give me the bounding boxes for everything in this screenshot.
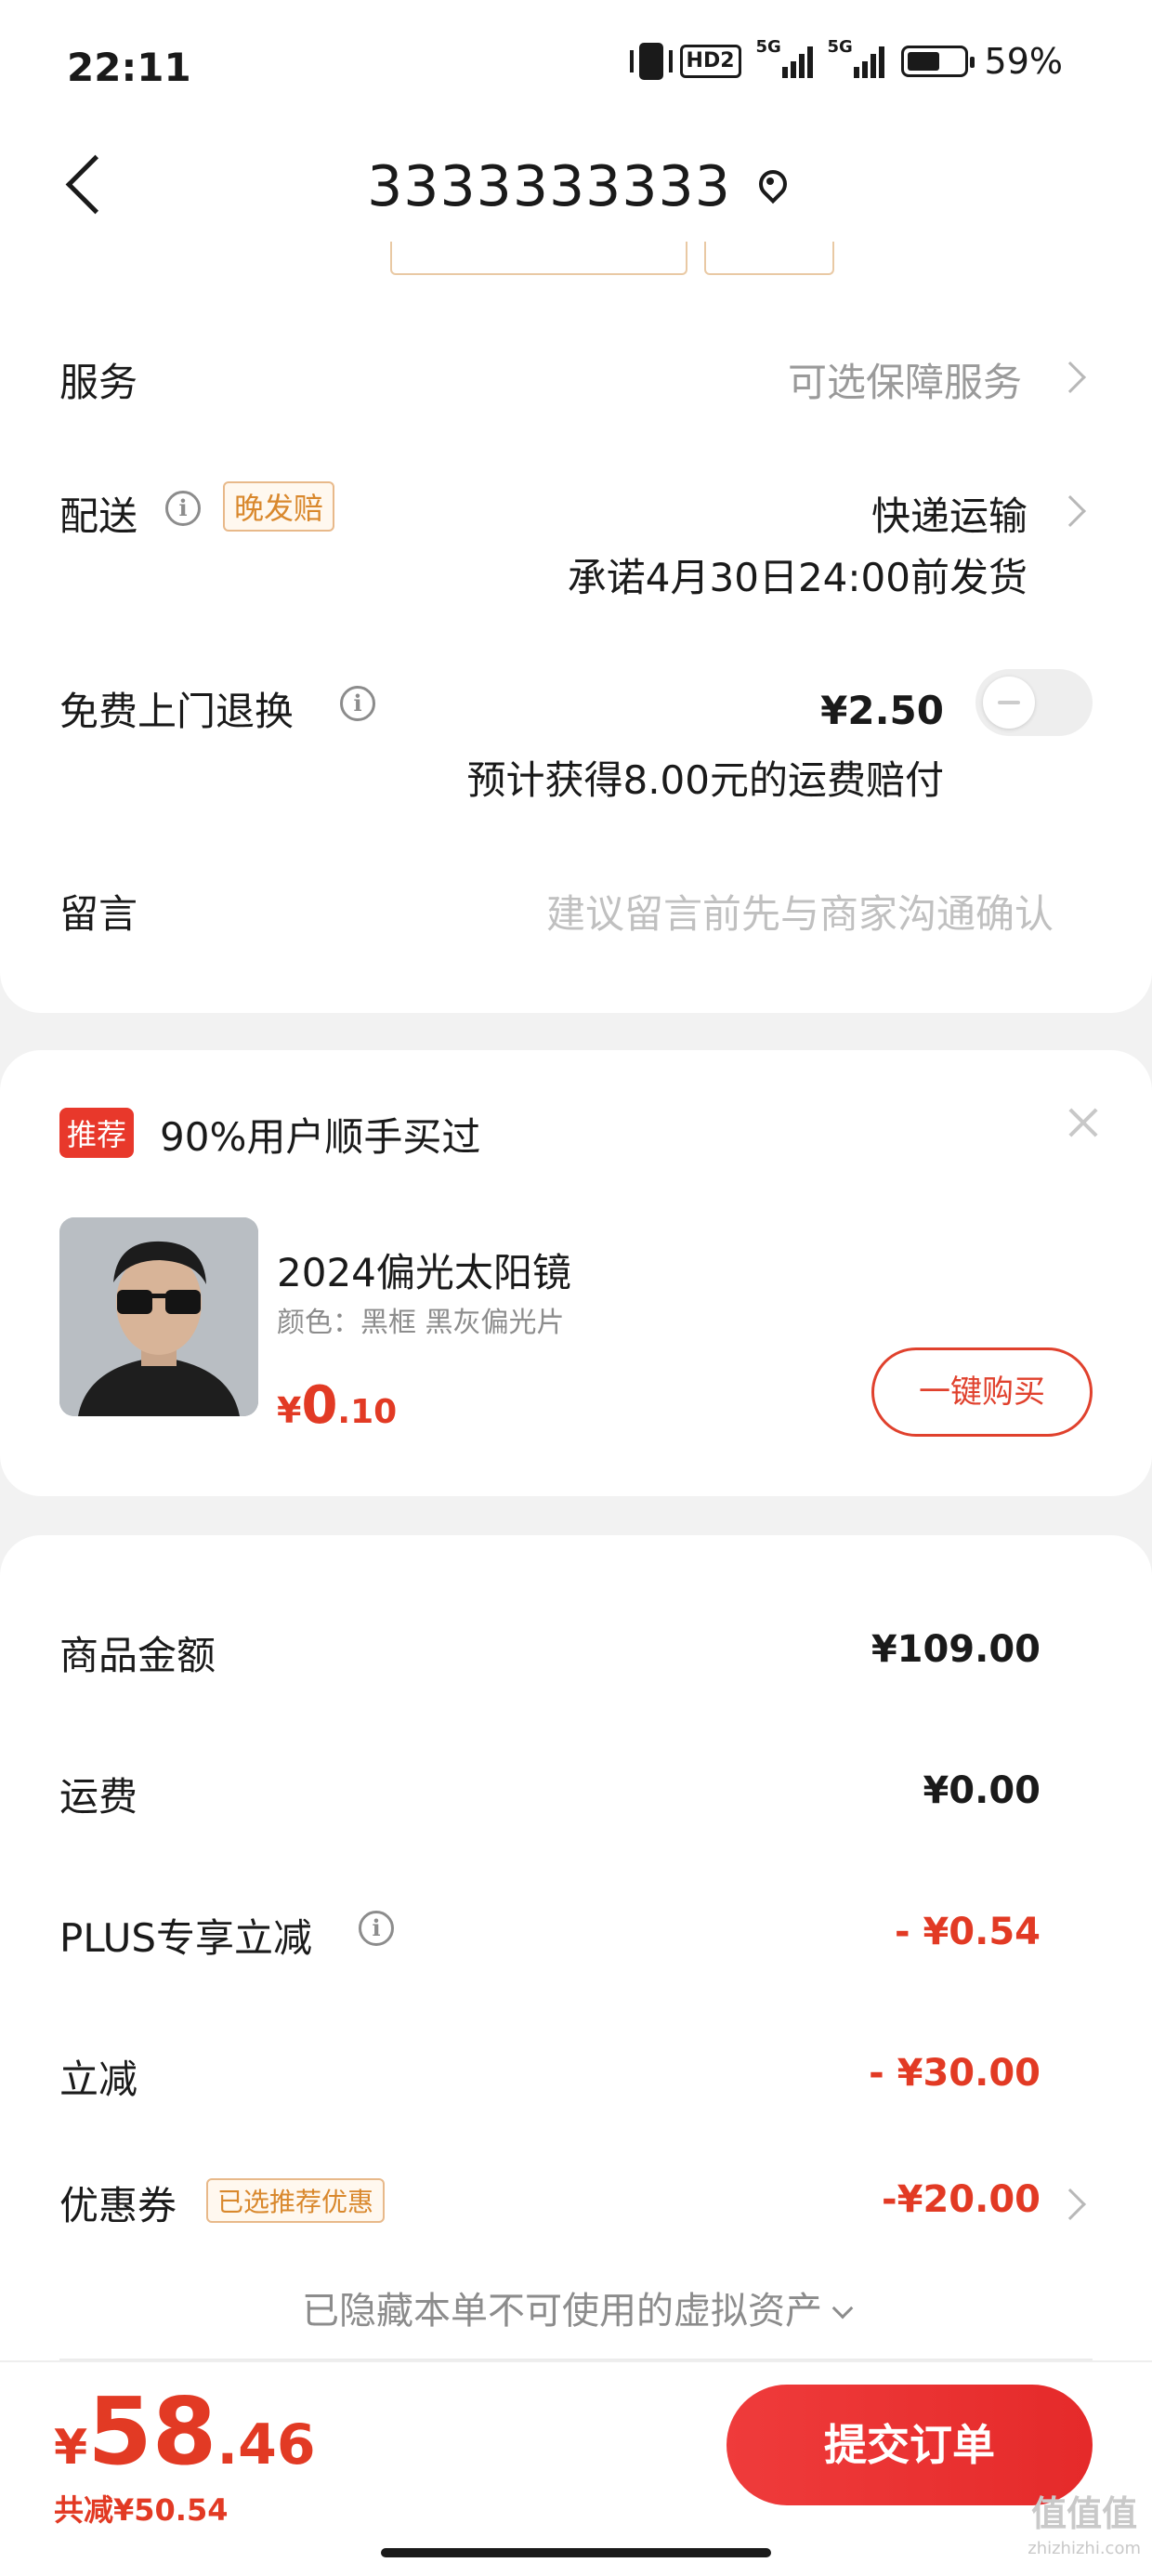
close-icon[interactable] — [1067, 1104, 1100, 1137]
coupon-recommended-tag: 已选推荐优惠 — [206, 2178, 386, 2223]
delivery-method[interactable]: 快递运输 — [871, 485, 1028, 542]
total-currency: ¥ — [54, 2420, 88, 2476]
instant-discount-value: - ¥30.00 — [869, 2052, 1041, 2095]
total-int: 58 — [87, 2377, 217, 2486]
watermark-text: 值值值 — [1031, 2493, 1138, 2534]
order-options-card: 服务 可选保障服务 配送 i 晚发赔 快递运输 承诺4月30日24:00前发货 … — [0, 242, 1152, 1013]
service-label: 服务 — [59, 360, 138, 405]
delivery-label: 配送 — [59, 493, 138, 539]
signal-icon-2: 5G — [828, 37, 884, 78]
product-spec: 颜色：黑框 黑灰偏光片 — [277, 1307, 565, 1339]
free-return-info-icon[interactable]: i — [340, 686, 375, 721]
vibrate-icon — [629, 43, 673, 80]
clipped-tags — [390, 242, 834, 275]
product-price-int: 0 — [301, 1375, 338, 1436]
instant-discount-label: 立减 — [59, 2057, 138, 2102]
goods-amount-label: 商品金额 — [59, 1633, 216, 1678]
message-input[interactable]: 建议留言前先与商家沟通确认 — [546, 883, 1054, 940]
free-return-label: 免费上门退换 — [59, 689, 295, 734]
address-title-text[interactable]: 3333333333 — [367, 154, 731, 219]
status-icons: HD2 5G 5G 59% — [629, 37, 1063, 82]
recommend-badge: 推荐 — [59, 1108, 135, 1158]
coupon-value[interactable]: -¥20.00 — [882, 2178, 1041, 2221]
battery-percent: 59% — [984, 41, 1063, 82]
free-return-toggle[interactable] — [975, 669, 1093, 736]
submit-order-button[interactable]: 提交订单 — [727, 2385, 1093, 2505]
service-value[interactable]: 可选保障服务 — [788, 351, 1022, 408]
product-image[interactable] — [59, 1217, 258, 1416]
coupon-chevron-icon[interactable] — [1054, 2188, 1086, 2220]
status-bar: 22:11 HD2 5G 5G 59% — [0, 0, 1152, 130]
product-price-dec: .10 — [337, 1393, 398, 1431]
late-compensation-tag: 晚发赔 — [223, 481, 335, 532]
shipping-label: 运费 — [59, 1774, 138, 1820]
plus-discount-value: - ¥0.54 — [894, 1911, 1041, 1953]
free-return-price: ¥2.50 — [820, 688, 944, 733]
goods-amount-value: ¥109.00 — [871, 1628, 1041, 1671]
service-chevron-icon[interactable] — [1054, 361, 1086, 393]
delivery-info-icon[interactable]: i — [165, 491, 201, 526]
product-name[interactable]: 2024偏光太阳镜 — [277, 1242, 571, 1298]
status-time: 22:11 — [67, 45, 191, 90]
chevron-down-icon — [831, 2297, 854, 2320]
delivery-promise: 承诺4月30日24:00前发货 — [567, 555, 1028, 600]
recommendation-card: 推荐 90%用户顺手买过 2024偏光太阳镜 颜色：黑框 黑灰偏光片 ¥0.10… — [0, 1050, 1152, 1496]
one-click-buy-button[interactable]: 一键购买 — [871, 1347, 1093, 1437]
delivery-chevron-icon[interactable] — [1054, 495, 1086, 527]
toggle-knob — [983, 677, 1035, 729]
watermark-logo: 值值值 zhizhizhi.com — [1028, 2496, 1141, 2567]
total-dec: .46 — [216, 2412, 316, 2477]
hidden-assets-toggle[interactable]: 已隐藏本单不可使用的虚拟资产 — [0, 2280, 1152, 2334]
product-price-currency: ¥ — [277, 1390, 302, 1431]
plus-discount-label: PLUS专享立减 — [59, 1915, 313, 1961]
recommend-title: 90%用户顺手买过 — [160, 1114, 481, 1160]
plus-info-icon[interactable]: i — [359, 1911, 394, 1946]
message-label: 留言 — [59, 891, 138, 937]
nav-header: 3333333333 — [0, 130, 1152, 242]
watermark-sub: zhizhizhi.com — [1028, 2539, 1141, 2558]
shipping-value: ¥0.00 — [923, 1769, 1041, 1812]
battery-icon — [900, 46, 975, 77]
signal-icon-1: 5G — [756, 37, 813, 78]
checkout-bar: ¥58.46 共减¥50.54 提交订单 值值值 zhizhizhi.com — [0, 2360, 1152, 2576]
total-price: ¥58.46 — [54, 2377, 316, 2486]
signal-label-1: 5G — [755, 37, 781, 57]
hidden-assets-text: 已隐藏本单不可使用的虚拟资产 — [302, 2290, 822, 2333]
page-title: 3333333333 — [0, 154, 1152, 219]
signal-label-2: 5G — [827, 37, 853, 57]
product-price: ¥0.10 — [277, 1375, 397, 1436]
home-indicator[interactable] — [381, 2548, 771, 2557]
free-return-note: 预计获得8.00元的运费赔付 — [466, 757, 944, 803]
hd-voice-icon: HD2 — [679, 45, 741, 78]
location-pin-icon[interactable] — [757, 170, 785, 204]
total-saved[interactable]: 共减¥50.54 — [54, 2487, 229, 2530]
coupon-label: 优惠券 — [59, 2183, 177, 2228]
price-summary-card: 商品金额 ¥109.00 运费 ¥0.00 PLUS专享立减 i - ¥0.54… — [0, 1535, 1152, 2372]
